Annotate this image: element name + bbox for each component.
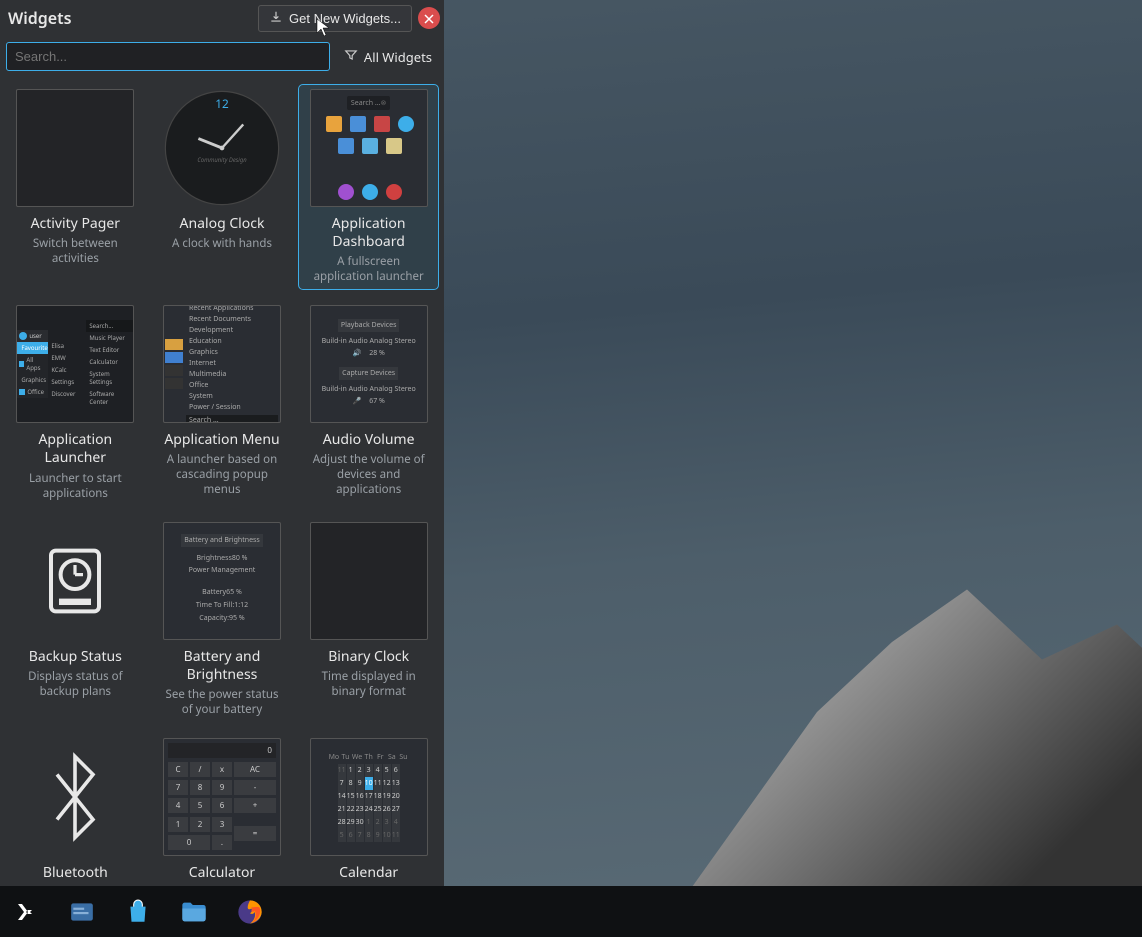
widget-grid[interactable]: Activity Pager Switch between activities… xyxy=(0,77,444,886)
widget-desc: A clock with hands xyxy=(168,237,276,252)
taskbar-discover[interactable] xyxy=(118,892,158,932)
download-icon xyxy=(269,10,283,27)
widget-item-analog-clock[interactable]: 12 Community Design Analog Clock A clock… xyxy=(153,85,292,289)
preview-calendar: MoTuWeThFrSaSu11123456789101112131415161… xyxy=(310,738,428,856)
widget-name: Battery and Brightness xyxy=(157,648,288,684)
panel-header: Widgets Get New Widgets... xyxy=(0,0,444,36)
preview-binary-clock xyxy=(310,522,428,640)
widget-name: Application Launcher xyxy=(10,431,141,467)
widget-name: Bluetooth xyxy=(43,864,108,882)
widget-name: Calculator xyxy=(189,864,255,882)
svg-text:12: 12 xyxy=(215,96,229,112)
mountain-graphic xyxy=(692,537,1142,887)
widget-item-battery-brightness[interactable]: Battery and Brightness Brightness80 % Po… xyxy=(153,518,292,722)
widget-item-audio-volume[interactable]: Playback Devices Build-in Audio Analog S… xyxy=(299,301,438,505)
widget-desc: Displays status of backup plans xyxy=(10,670,141,700)
get-new-widgets-label: Get New Widgets... xyxy=(289,11,401,26)
widget-name: Application Menu xyxy=(164,431,279,449)
preview-backup-status xyxy=(16,522,134,640)
widget-item-activity-pager[interactable]: Activity Pager Switch between activities xyxy=(6,85,145,289)
widget-desc: See the power status of your battery xyxy=(157,688,288,718)
preview-application-menu: Recent Applications Recent Documents Dev… xyxy=(163,305,281,423)
widget-item-binary-clock[interactable]: Binary Clock Time displayed in binary fo… xyxy=(299,518,438,722)
preview-application-launcher: user Favourites All Apps Graphics Office… xyxy=(16,305,134,423)
widget-desc: Time displayed in binary format xyxy=(303,670,434,700)
preview-audio-volume: Playback Devices Build-in Audio Analog S… xyxy=(310,305,428,423)
preview-battery-brightness: Battery and Brightness Brightness80 % Po… xyxy=(163,522,281,640)
taskbar-file-manager[interactable] xyxy=(174,892,214,932)
widget-item-calculator[interactable]: 0 C/xAC 789- 456+ 123= 0. Calculator xyxy=(153,734,292,886)
svg-text:Community Design: Community Design xyxy=(197,156,247,164)
firefox-icon xyxy=(236,898,264,926)
widget-name: Analog Clock xyxy=(180,215,265,233)
get-new-widgets-button[interactable]: Get New Widgets... xyxy=(258,5,412,32)
widget-desc: A fullscreen application launcher xyxy=(303,255,434,285)
widget-name: Binary Clock xyxy=(328,648,409,666)
widget-item-application-menu[interactable]: Recent Applications Recent Documents Dev… xyxy=(153,301,292,505)
widget-item-application-launcher[interactable]: user Favourites All Apps Graphics Office… xyxy=(6,301,145,505)
widget-desc: Switch between activities xyxy=(10,237,141,267)
folder-icon xyxy=(180,898,208,926)
widget-item-bluetooth[interactable]: Bluetooth xyxy=(6,734,145,886)
widget-name: Calendar xyxy=(339,864,398,882)
widget-name: Audio Volume xyxy=(323,431,415,449)
widget-item-application-dashboard[interactable]: Search ...⊗ Ap xyxy=(299,85,438,289)
taskbar-firefox[interactable] xyxy=(230,892,270,932)
shopping-bag-icon xyxy=(125,899,151,925)
taskbar-settings[interactable] xyxy=(62,892,102,932)
widget-item-calendar[interactable]: MoTuWeThFrSaSu11123456789101112131415161… xyxy=(299,734,438,886)
all-widgets-filter[interactable]: All Widgets xyxy=(338,44,438,70)
widget-item-backup-status[interactable]: Backup Status Displays status of backup … xyxy=(6,518,145,722)
settings-icon xyxy=(69,899,95,925)
bluetooth-icon xyxy=(40,752,110,842)
preview-analog-clock: 12 Community Design xyxy=(163,89,281,207)
search-row: All Widgets xyxy=(0,36,444,77)
widget-name: Activity Pager xyxy=(31,215,121,233)
widget-desc: Adjust the volume of devices and applica… xyxy=(303,453,434,498)
kde-logo-icon xyxy=(14,900,38,924)
preview-bluetooth xyxy=(16,738,134,856)
panel-title: Widgets xyxy=(8,7,258,29)
filter-icon xyxy=(344,48,358,66)
widget-name: Application Dashboard xyxy=(303,215,434,251)
close-icon xyxy=(424,7,434,29)
all-widgets-label: All Widgets xyxy=(364,48,432,66)
preview-calculator: 0 C/xAC 789- 456+ 123= 0. xyxy=(163,738,281,856)
taskbar-app-launcher[interactable] xyxy=(6,892,46,932)
widget-desc: A launcher based on cascading popup menu… xyxy=(157,453,288,498)
preview-activity-pager xyxy=(16,89,134,207)
widget-name: Backup Status xyxy=(29,648,122,666)
close-button[interactable] xyxy=(418,7,440,29)
preview-application-dashboard: Search ...⊗ xyxy=(310,89,428,207)
widget-explorer-panel: Widgets Get New Widgets... All Widgets xyxy=(0,0,444,886)
taskbar xyxy=(0,886,1142,937)
widget-desc: Launcher to start applications xyxy=(10,472,141,502)
search-input[interactable] xyxy=(6,42,330,71)
disk-clock-icon xyxy=(35,541,115,621)
